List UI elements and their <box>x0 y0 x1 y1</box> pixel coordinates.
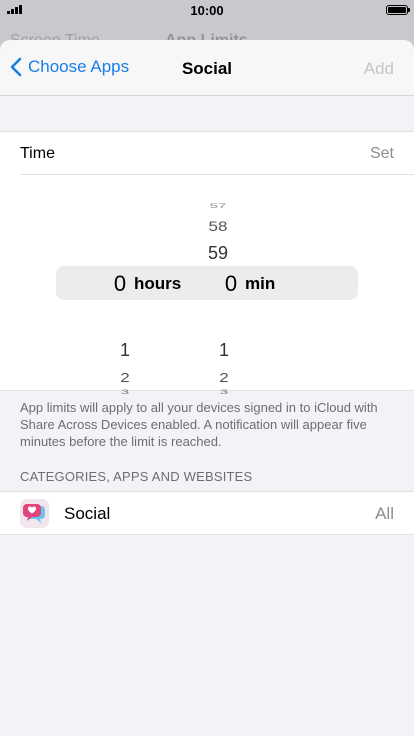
time-value: Set <box>369 145 394 162</box>
minutes-wheel-option[interactable]: 57 <box>198 202 238 210</box>
time-row[interactable]: Time Set <box>0 131 414 175</box>
status-bar: 10:00 <box>0 0 414 20</box>
battery-icon <box>386 5 410 15</box>
minutes-wheel-option[interactable]: 1 <box>204 340 244 361</box>
hours-unit-label: hours <box>134 274 182 293</box>
page-title: Social <box>181 59 233 78</box>
app-limit-sheet: Choose Apps Social Add Time Set 1 2 3 0 … <box>0 40 414 736</box>
minutes-wheel-option[interactable]: 59 <box>198 243 238 264</box>
category-name: Social <box>64 504 111 523</box>
minutes-wheel-option[interactable]: 58 <box>198 219 238 235</box>
social-chat-bubbles-icon <box>20 499 49 528</box>
limit-info-note: App limits will apply to all your device… <box>20 400 378 449</box>
time-label: Time <box>20 145 55 162</box>
section-header: CATEGORIES, APPS AND WEBSITES <box>20 469 253 484</box>
hours-wheel-option[interactable]: 3 <box>105 388 145 396</box>
status-time: 10:00 <box>190 3 224 18</box>
minutes-unit-label: min <box>245 274 276 293</box>
add-button[interactable]: Add <box>364 59 394 79</box>
time-picker[interactable]: 1 2 3 0 hours 57 58 59 0 min 1 2 3 <box>0 175 414 396</box>
hours-wheel-option[interactable]: 2 <box>105 370 145 386</box>
hours-wheel-option[interactable]: 1 <box>105 340 145 361</box>
sheet-nav-bar: Choose Apps Social Add <box>0 40 414 96</box>
category-scope-value: All <box>375 504 394 523</box>
minutes-wheel-option[interactable]: 3 <box>204 388 244 396</box>
category-row-social[interactable]: Social All <box>0 491 414 535</box>
minutes-wheel-option[interactable]: 2 <box>204 370 244 386</box>
